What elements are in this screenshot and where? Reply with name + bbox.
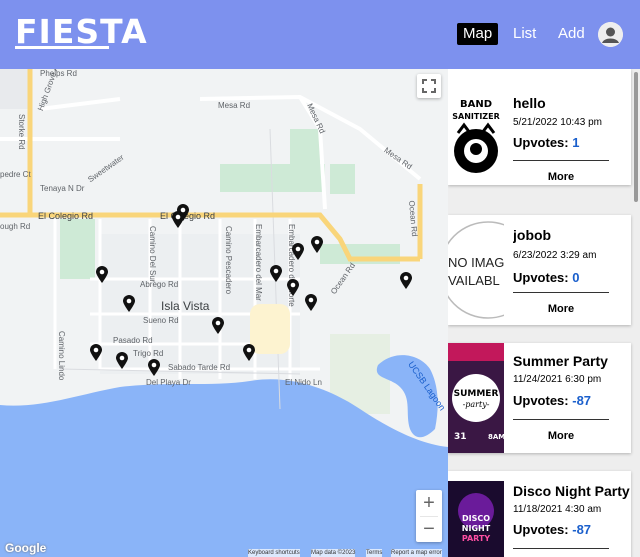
map-label-isla-vista: Isla Vista (161, 299, 210, 313)
event-thumbnail: NO IMAGI VAILABL (448, 215, 504, 325)
event-pin-icon[interactable] (287, 279, 299, 296)
map-label-ough: ough Rd (0, 222, 31, 231)
svg-text:8AM: 8AM (488, 433, 504, 441)
map-label-el-colegio-left: El Colegio Rd (38, 211, 94, 221)
event-date: 11/18/2021 4:30 am (513, 504, 602, 515)
event-date: 5/21/2022 10:43 pm (513, 117, 602, 128)
event-pin-icon[interactable] (123, 295, 135, 312)
svg-text:SUMMER: SUMMER (454, 389, 499, 399)
map-label-camino-lindo: Camino Lindo (57, 331, 66, 381)
map-data-attribution: Map data ©2023 (311, 549, 356, 557)
events-map[interactable]: Phelps Rd Storke Rd High Grove Ave Sweet… (0, 69, 448, 557)
event-pin-icon[interactable] (400, 272, 412, 289)
svg-text:DISCO: DISCO (462, 514, 490, 523)
more-button[interactable]: More (513, 430, 609, 442)
event-upvotes: Upvotes: 0 (513, 270, 579, 285)
event-date: 6/23/2022 3:29 am (513, 250, 597, 261)
map-label-trigo: Trigo Rd (133, 349, 164, 358)
more-button[interactable]: More (513, 171, 609, 183)
event-date: 11/24/2021 6:30 pm (513, 374, 602, 385)
map-background (0, 69, 448, 557)
event-pin-icon[interactable] (270, 265, 282, 282)
svg-text:SANITIZER: SANITIZER (452, 112, 499, 121)
map-label-pasado: Pasado Rd (113, 336, 153, 345)
terms-link[interactable]: Terms (366, 549, 383, 557)
upvotes-label: Upvotes: (513, 270, 569, 285)
svg-text:PARTY: PARTY (462, 534, 491, 543)
event-upvotes: Upvotes: 1 (513, 135, 579, 150)
event-pin-icon[interactable] (172, 211, 184, 228)
event-upvotes: Upvotes: -87 (513, 522, 591, 537)
map-label-mesa-top: Mesa Rd (218, 101, 251, 110)
card-divider (513, 292, 609, 293)
nav-list-tab[interactable]: List (507, 23, 542, 45)
upvotes-value: 1 (572, 135, 580, 150)
map-label-sueno: Sueno Rd (143, 316, 179, 325)
more-button[interactable]: More (513, 303, 609, 315)
event-thumbnail: BAND SANITIZER (448, 93, 504, 185)
event-pin-icon[interactable] (243, 344, 255, 361)
map-label-pedre: pedre Ct (0, 170, 31, 179)
event-pin-icon[interactable] (148, 359, 160, 376)
upvotes-value: -87 (572, 393, 592, 408)
logo-underline (15, 46, 109, 49)
svg-text:VAILABL: VAILABL (448, 273, 500, 288)
card-divider (513, 419, 609, 420)
svg-text:-party-: -party- (463, 400, 490, 409)
event-pin-icon[interactable] (292, 243, 304, 260)
svg-text:NO IMAGI: NO IMAGI (448, 255, 504, 270)
event-list[interactable]: BAND SANITIZER hello 5/21/2022 10:43 pm … (448, 69, 640, 557)
event-title: Disco Night Party (513, 483, 630, 499)
google-logo[interactable]: Google (5, 541, 46, 555)
event-title: Summer Party (513, 353, 608, 369)
event-title: jobob (513, 227, 552, 243)
map-label-abrego: Abrego Rd (140, 280, 179, 289)
event-thumbnail: SUMMER -party- 31 8AM (448, 343, 504, 453)
event-upvotes: Upvotes: -87 (513, 393, 591, 408)
account-avatar-icon[interactable] (598, 22, 623, 47)
upvotes-value: 0 (572, 270, 580, 285)
fullscreen-icon (422, 79, 436, 93)
map-label-embarcadero-mar: Embarcadero del Mar (254, 224, 263, 301)
upvotes-label: Upvotes: (513, 393, 569, 408)
event-card[interactable]: SUMMER -party- 31 8AM Summer Party 11/24… (448, 343, 631, 453)
map-label-tenaya: Tenaya N Dr (40, 184, 85, 193)
zoom-in-button[interactable]: + (416, 490, 442, 516)
event-title: hello (513, 95, 546, 111)
zoom-control: + − (416, 490, 442, 542)
app-header: FIESTA Map List Add (0, 0, 640, 69)
upvotes-label: Upvotes: (513, 135, 569, 150)
map-label-storke: Storke Rd (17, 114, 26, 150)
list-scrollbar[interactable] (634, 72, 638, 202)
map-label-sabado: Sabado Tarde Rd (168, 363, 231, 372)
event-card[interactable]: BAND SANITIZER hello 5/21/2022 10:43 pm … (448, 69, 631, 185)
svg-text:NIGHT: NIGHT (462, 524, 491, 533)
event-pin-icon[interactable] (212, 317, 224, 334)
map-label-el-nido: El Nido Ln (285, 378, 322, 387)
event-pin-icon[interactable] (96, 266, 108, 283)
event-pin-icon[interactable] (116, 352, 128, 369)
upvotes-value: -87 (572, 522, 592, 537)
upvotes-label: Upvotes: (513, 522, 569, 537)
event-card[interactable]: NO IMAGI VAILABL jobob 6/23/2022 3:29 am… (448, 215, 631, 325)
keyboard-shortcuts-link[interactable]: Keyboard shortcuts (248, 549, 300, 557)
event-pin-icon[interactable] (90, 344, 102, 361)
event-pin-icon[interactable] (305, 294, 317, 311)
report-map-error-link[interactable]: Report a map error (391, 549, 442, 557)
card-divider (513, 160, 609, 161)
event-pin-icon[interactable] (311, 236, 323, 253)
app-logo[interactable]: FIESTA (15, 15, 148, 48)
nav-map-tab[interactable]: Map (457, 23, 499, 45)
map-label-del-playa: Del Playa Dr (146, 378, 191, 387)
map-label-camino-del-sur: Camino Del Sur (148, 226, 157, 283)
card-divider (513, 548, 609, 549)
svg-text:BAND: BAND (460, 99, 492, 110)
fullscreen-button[interactable] (417, 74, 441, 98)
event-thumbnail: DISCO NIGHT PARTY (448, 481, 504, 557)
zoom-out-button[interactable]: − (416, 516, 442, 542)
map-label-camino-pescadero: Camino Pescadero (224, 226, 233, 295)
event-card[interactable]: DISCO NIGHT PARTY Disco Night Party 11/1… (448, 471, 631, 557)
nav-add-tab[interactable]: Add (552, 23, 591, 45)
svg-text:31: 31 (454, 432, 467, 442)
